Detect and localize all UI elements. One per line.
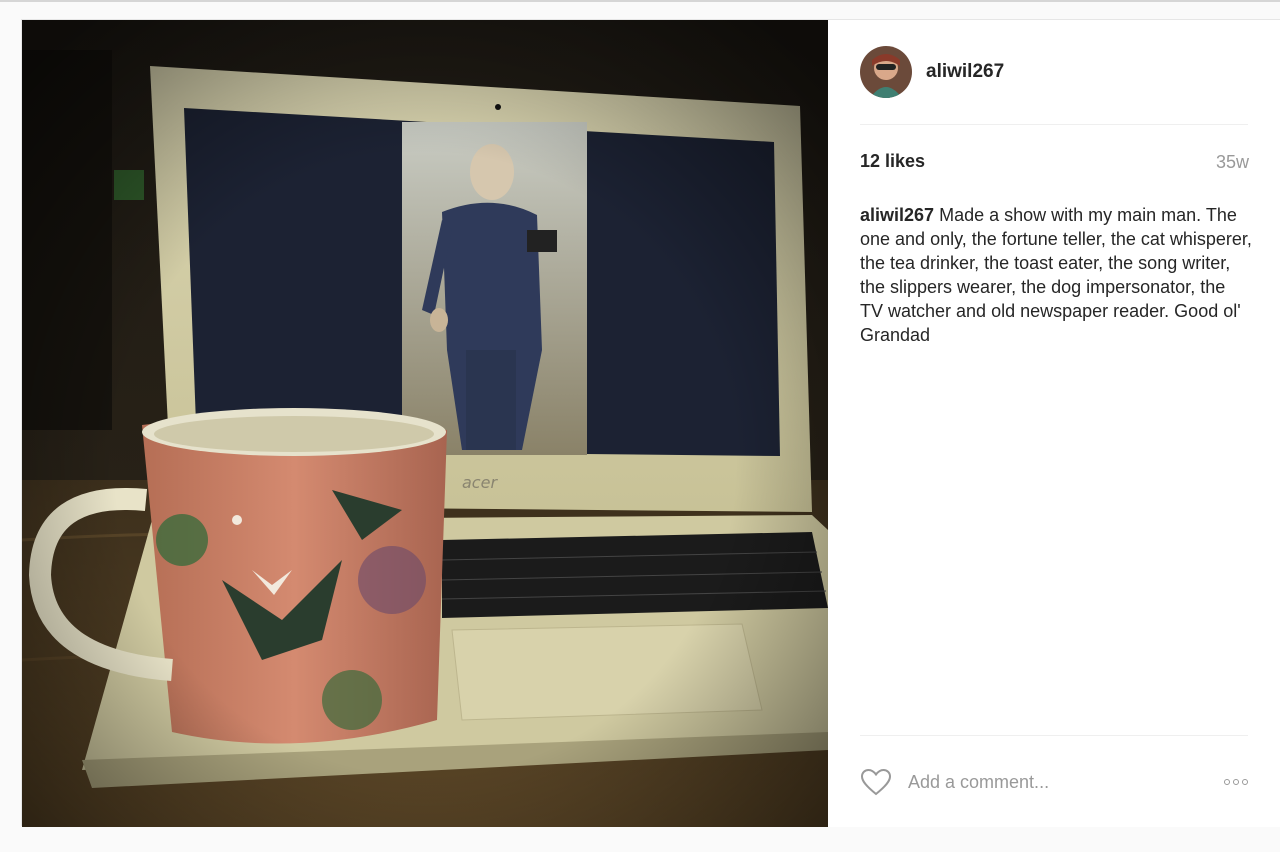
more-dot [1233,779,1239,785]
photo-illustration: acer [22,20,828,827]
more-options-icon[interactable] [1224,775,1248,789]
post-photo[interactable]: acer [22,20,828,827]
more-dot [1242,779,1248,785]
caption-username[interactable]: aliwil267 [860,205,934,225]
post-modal: acer [21,19,1280,827]
top-border [0,0,1280,2]
post-sidebar: aliwil267 12 likes 35w aliwil267 Made a … [828,20,1280,827]
comment-input[interactable] [906,770,1210,794]
comment-divider [860,735,1248,736]
avatar-image [860,46,912,98]
heart-icon[interactable] [860,768,892,796]
avatar[interactable] [860,46,912,98]
post-timestamp[interactable]: 35w [1216,152,1249,173]
caption-text: Made a show with my main man. The one an… [860,205,1252,345]
header-divider [860,124,1248,125]
likes-count[interactable]: 12 likes [860,151,925,172]
more-dot [1224,779,1230,785]
author-username[interactable]: aliwil267 [926,61,1004,83]
post-header: aliwil267 [860,46,1248,98]
comment-bar [860,764,1248,800]
post-caption: aliwil267 Made a show with my main man. … [860,203,1252,347]
